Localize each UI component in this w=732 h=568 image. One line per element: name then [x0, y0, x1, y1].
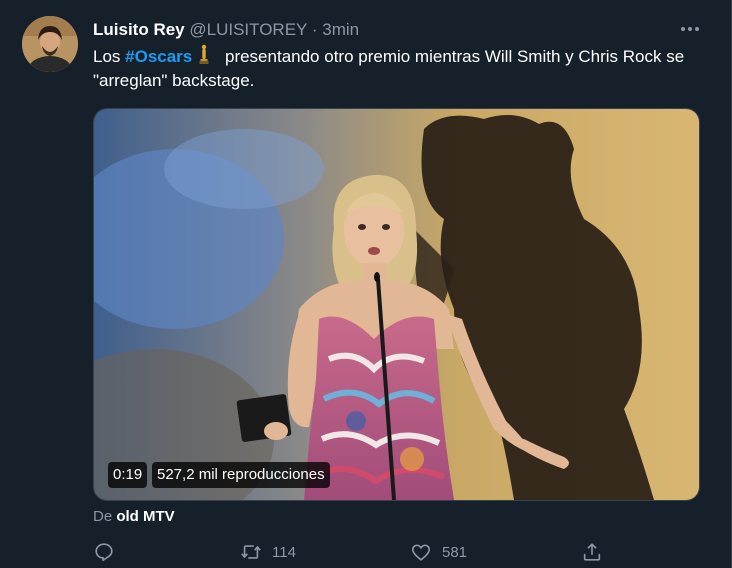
- avatar[interactable]: [22, 16, 78, 72]
- author-handle[interactable]: @LUISITOREY: [189, 20, 307, 39]
- like-count: 581: [442, 543, 468, 561]
- tweet-header: Luisito Rey @LUISITOREY · 3min: [93, 20, 359, 40]
- retweet-count: 114: [272, 543, 296, 561]
- source-prefix: De: [93, 508, 117, 525]
- retweet-icon: [241, 545, 261, 559]
- tweet-text: Los #Oscars presentando otro premio mien…: [93, 44, 703, 93]
- oscar-statuette-emoji: [199, 44, 209, 64]
- share-button[interactable]: [581, 540, 603, 564]
- video-duration-badge: 0:19: [108, 462, 148, 488]
- tweet-timestamp[interactable]: 3min: [322, 20, 359, 39]
- header-separator: ·: [311, 20, 318, 39]
- video-views-badge: 527,2 mil reproducciones: [152, 462, 330, 488]
- retweet-button[interactable]: 114: [240, 540, 296, 564]
- author-name[interactable]: Luisito Rey: [93, 20, 185, 39]
- reply-icon: [95, 543, 113, 562]
- hashtag-link[interactable]: #Oscars: [125, 47, 192, 66]
- video-source: De old MTV: [93, 507, 175, 527]
- tweet-text-prefix: Los: [93, 47, 126, 66]
- more-options-button[interactable]: [677, 18, 703, 40]
- like-button[interactable]: 581: [410, 540, 467, 564]
- more-horizontal-icon: [681, 27, 685, 31]
- video-player[interactable]: [93, 108, 700, 501]
- video-frame: [94, 109, 699, 500]
- reply-button[interactable]: [93, 540, 125, 564]
- more-dot: [688, 27, 692, 31]
- heart-icon: [411, 544, 431, 561]
- avatar-image: [22, 16, 78, 72]
- tweet-actions: 114 581: [0, 540, 732, 564]
- more-dot: [695, 27, 699, 31]
- share-icon: [583, 543, 601, 561]
- source-link[interactable]: old MTV: [116, 508, 174, 525]
